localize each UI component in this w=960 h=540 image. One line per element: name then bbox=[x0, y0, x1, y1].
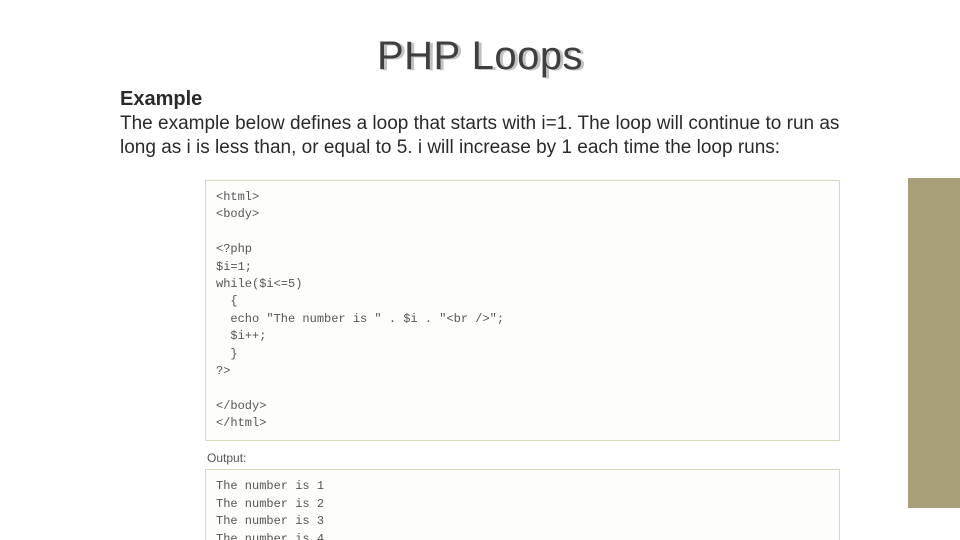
code-figure: <html> <body> <?php $i=1; while($i<=5) {… bbox=[205, 180, 840, 540]
decorative-sidebar bbox=[908, 178, 960, 508]
code-block: <html> <body> <?php $i=1; while($i<=5) {… bbox=[205, 180, 840, 441]
slide: PHP Loops PHP Loops Example The example … bbox=[0, 0, 960, 540]
output-block: The number is 1 The number is 2 The numb… bbox=[205, 469, 840, 540]
title-text: PHP Loops bbox=[377, 34, 583, 78]
example-description: The example below defines a loop that st… bbox=[120, 112, 880, 160]
page-title: PHP Loops PHP Loops bbox=[0, 34, 960, 79]
output-label: Output: bbox=[207, 451, 840, 465]
example-heading: Example bbox=[120, 88, 202, 111]
